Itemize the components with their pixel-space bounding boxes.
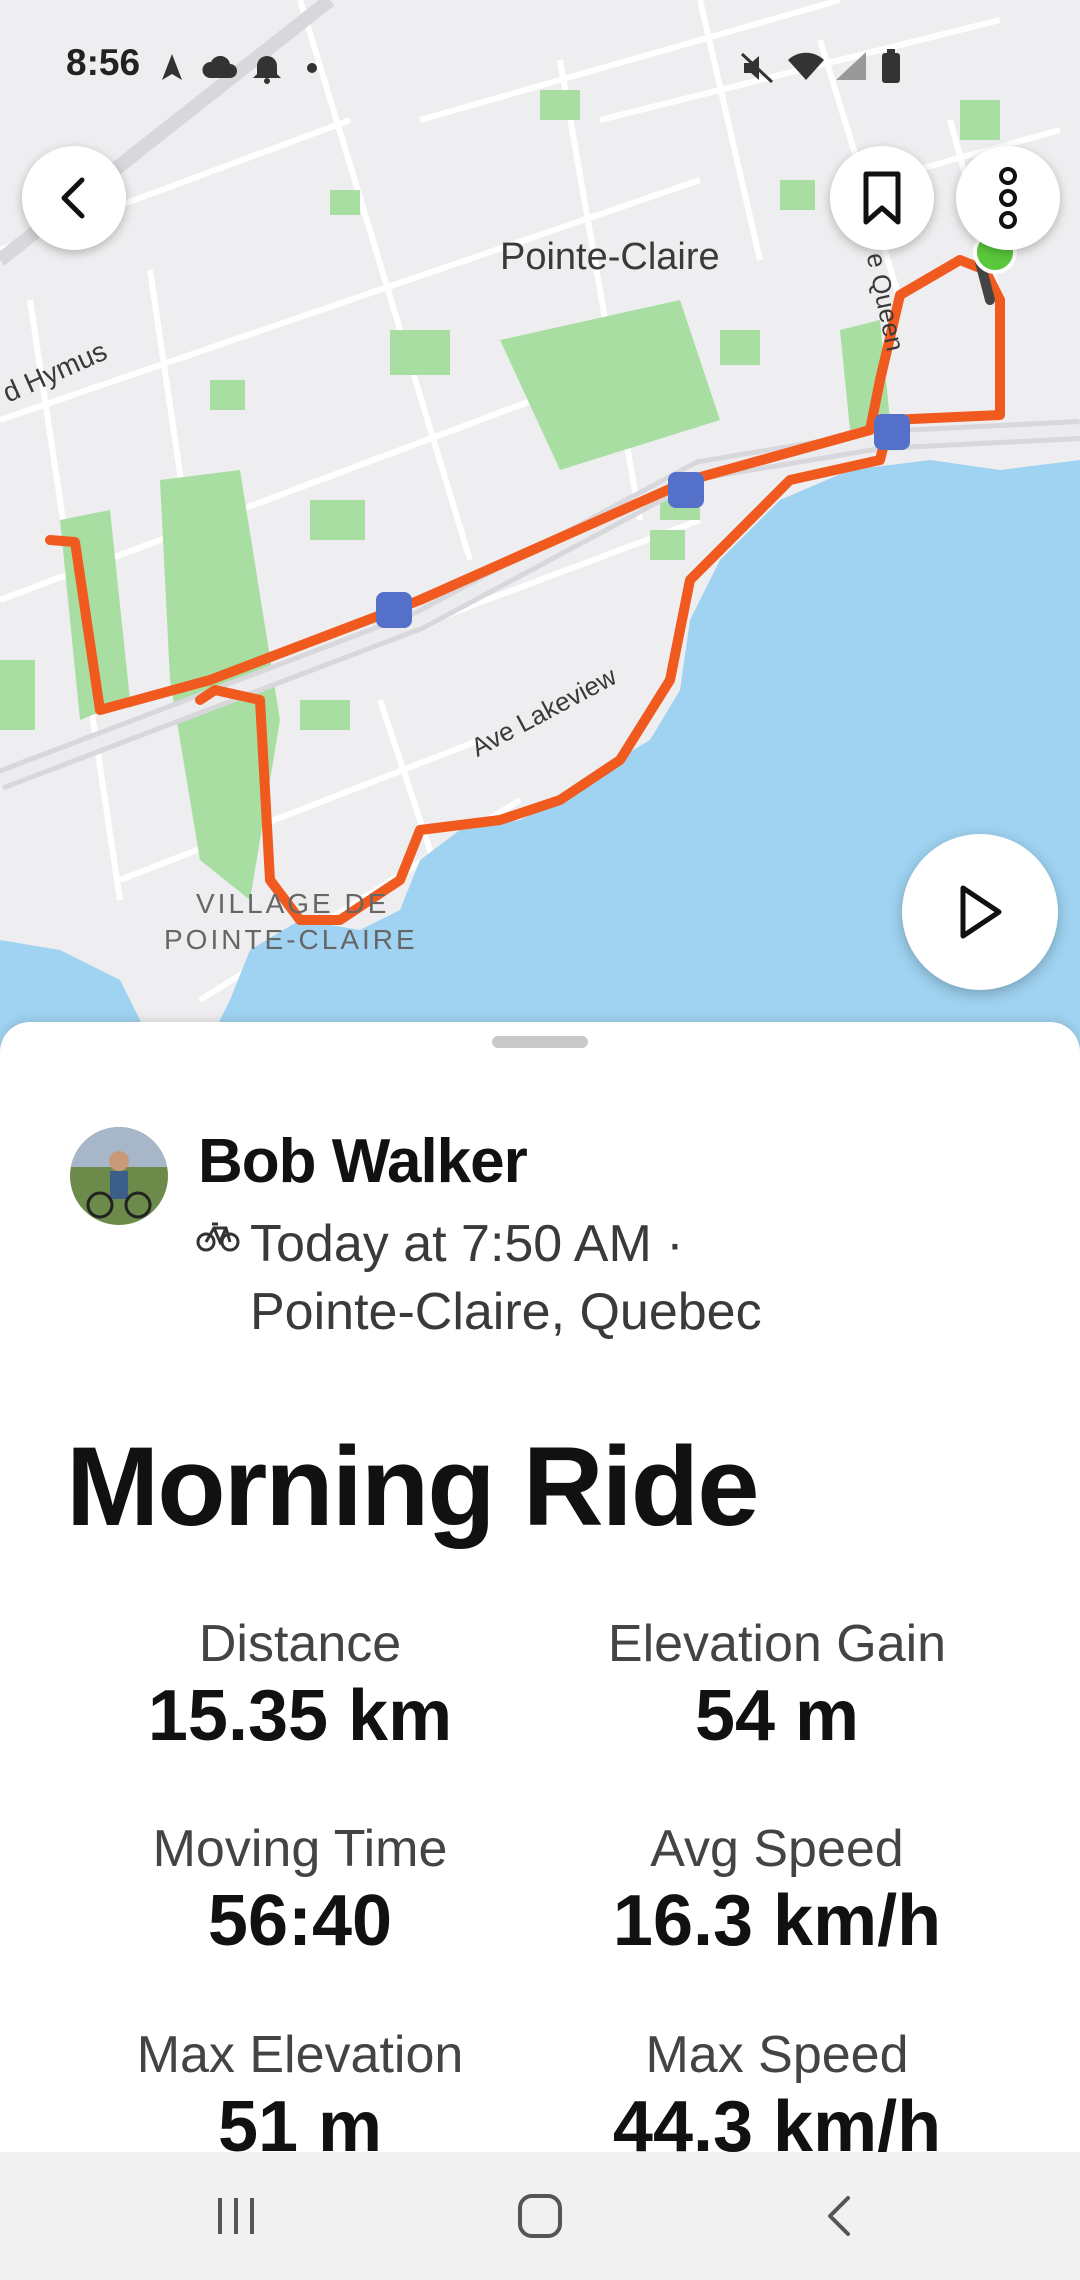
bookmark-icon (863, 171, 901, 225)
stat-label: Distance (198, 1615, 402, 1673)
more-options-button[interactable] (956, 146, 1060, 250)
avatar[interactable] (70, 1127, 168, 1225)
battery-icon (882, 49, 900, 83)
system-nav-bar (0, 2152, 1080, 2280)
play-icon (960, 885, 1002, 939)
sheet-drag-handle[interactable] (492, 1036, 588, 1048)
stat-value: 16.3 km/h (612, 1881, 942, 1961)
map-label-city: Pointe-Claire (500, 236, 720, 278)
stat-value: 15.35 km (147, 1676, 453, 1756)
stat-label: Elevation Gain (607, 1615, 947, 1673)
activity-time: Today at 7:50 AM · (250, 1215, 684, 1273)
stat-moving-time: Moving Time 56:40 (50, 1819, 550, 1961)
stat-avg-speed: Avg Speed 16.3 km/h (527, 1819, 1027, 1961)
back-button[interactable] (22, 146, 126, 250)
recents-icon[interactable] (214, 2196, 258, 2236)
stat-elevation-gain: Elevation Gain 54 m (527, 1614, 1027, 1756)
dot-icon (307, 63, 317, 73)
stat-value: 51 m (217, 2087, 383, 2152)
map-label-village-2: POINTE-CLAIRE (164, 924, 418, 955)
navigation-icon (162, 54, 182, 80)
chevron-left-icon (61, 177, 85, 219)
map-label-village-1: VILLAGE DE (196, 888, 390, 919)
activity-title: Morning Ride (66, 1424, 759, 1549)
alarm-icon (253, 56, 281, 84)
athlete-name[interactable]: Bob Walker (198, 1126, 528, 1197)
wifi-icon (788, 52, 824, 80)
status-time: 8:56 (66, 42, 141, 83)
more-vertical-icon (999, 167, 1017, 229)
home-icon[interactable] (516, 2192, 564, 2240)
bicycle-icon (196, 1222, 240, 1252)
mute-icon (740, 52, 774, 84)
stat-value: 54 m (694, 1676, 860, 1756)
stat-label: Moving Time (152, 1820, 448, 1878)
route-map[interactable]: Pointe-Claire d Hymus e Queen Ave Lakevi… (0, 0, 1080, 1060)
stat-distance: Distance 15.35 km (50, 1614, 550, 1756)
athlete-photo (70, 1127, 168, 1225)
signal-icon (836, 52, 866, 80)
bookmark-button[interactable] (830, 146, 934, 250)
play-flyover-button[interactable] (902, 834, 1058, 990)
stat-max-speed: Max Speed 44.3 km/h (527, 2025, 1027, 2152)
stat-max-elevation: Max Elevation 51 m (50, 2025, 550, 2152)
stat-value: 56:40 (207, 1881, 393, 1961)
activity-sheet: Bob Walker Today at 7:50 AM · Pointe-Cla… (0, 1022, 1080, 2152)
activity-location: Pointe-Claire, Quebec (250, 1283, 762, 1341)
stat-label: Avg Speed (650, 1820, 904, 1878)
cloud-icon (202, 56, 237, 78)
stat-value: 44.3 km/h (612, 2087, 942, 2152)
stat-label: Max Elevation (136, 2026, 464, 2084)
status-bar: 8:56 (0, 0, 1080, 135)
stat-label: Max Speed (645, 2026, 909, 2084)
back-icon[interactable] (822, 2194, 856, 2238)
